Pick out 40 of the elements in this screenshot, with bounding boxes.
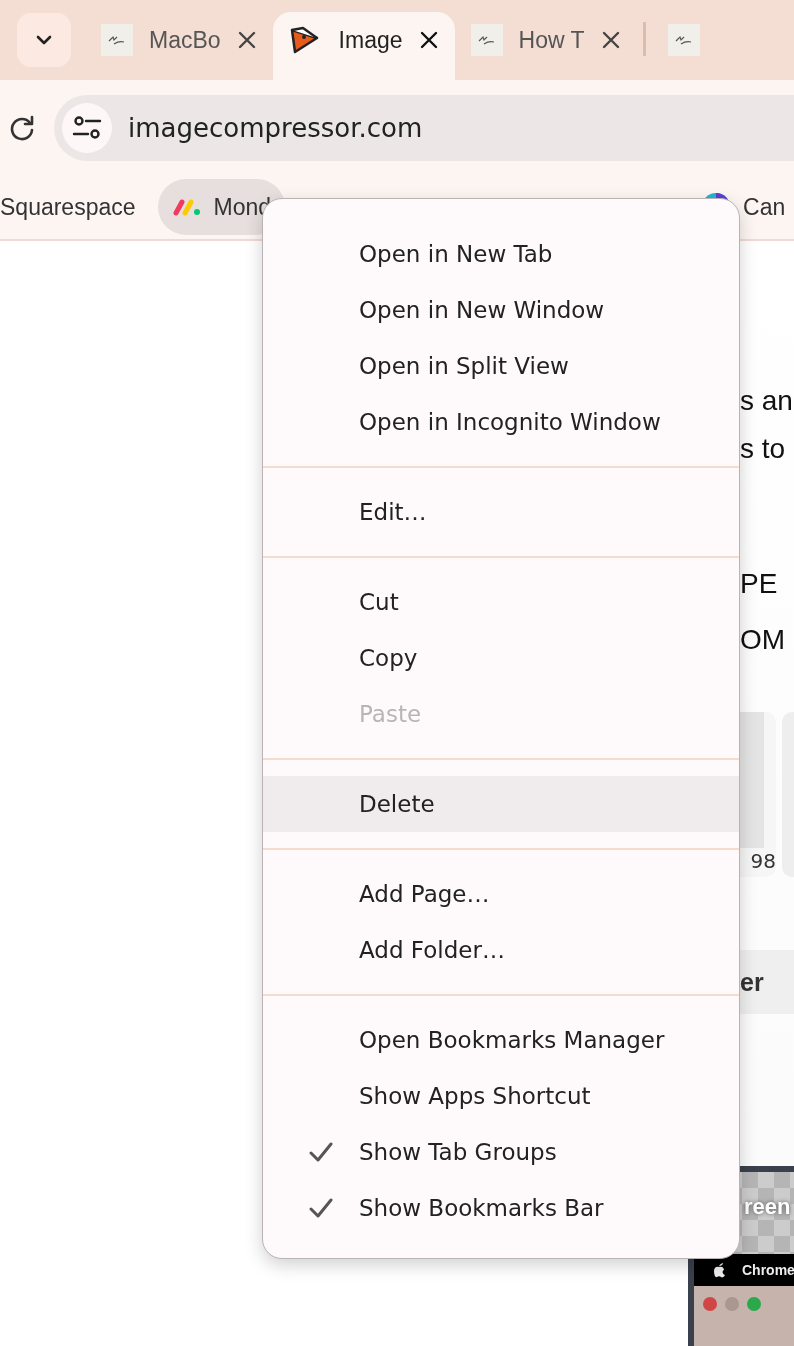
menu-item[interactable]: Add Folder… [263,922,739,978]
thumbnail-title: reen [744,1194,791,1220]
body-text: s to [740,432,787,466]
address-bar[interactable]: imagecompressor.com [54,94,794,161]
close-icon[interactable] [600,30,621,50]
card-caption: 98 [750,848,776,874]
browser-tab[interactable]: MacBo [85,12,273,68]
tab-title: How T [518,26,585,54]
menu-item[interactable]: Show Bookmarks Bar [263,1180,739,1236]
bookmark-item[interactable]: Squarespace [0,179,150,235]
section-title: er [740,967,764,997]
site-settings-icon[interactable] [72,114,102,141]
menu-item[interactable]: Open in Split View [263,338,739,394]
close-icon[interactable] [418,30,439,50]
browser-tab[interactable]: Image [272,12,455,80]
close-icon[interactable] [236,30,257,50]
apple-logo-icon [712,1262,726,1278]
tab-title: Image [338,26,403,54]
menu-item[interactable]: Open Bookmarks Manager [263,1012,739,1068]
menu-item[interactable]: Edit… [263,484,739,540]
body-text: PE [740,567,779,601]
tab-title: MacBo [149,26,221,54]
menu-item[interactable]: Cut [263,574,739,630]
reload-icon[interactable] [8,113,36,142]
menu-item[interactable]: Open in New Window [263,282,739,338]
menu-item[interactable]: Show Apps Shortcut [263,1068,739,1124]
menu-item[interactable]: Add Page… [263,866,739,922]
menu-item[interactable]: Copy [263,630,739,686]
body-text: s an [740,384,794,418]
menu-item[interactable]: Show Tab Groups [263,1124,739,1180]
sketch-favicon-icon [101,24,133,56]
menu-item[interactable]: Open in Incognito Window [263,394,739,450]
sketch-favicon-icon [470,24,503,56]
colored-dots-icon [171,197,202,217]
body-text: OM [740,623,787,657]
url-text: imagecompressor.com [128,112,423,143]
menu-bar-label: Chrome [742,1262,794,1278]
sketch-favicon-icon [667,24,700,56]
browser-tab[interactable]: How T [454,12,637,68]
menu-item[interactable]: Delete [263,776,739,832]
